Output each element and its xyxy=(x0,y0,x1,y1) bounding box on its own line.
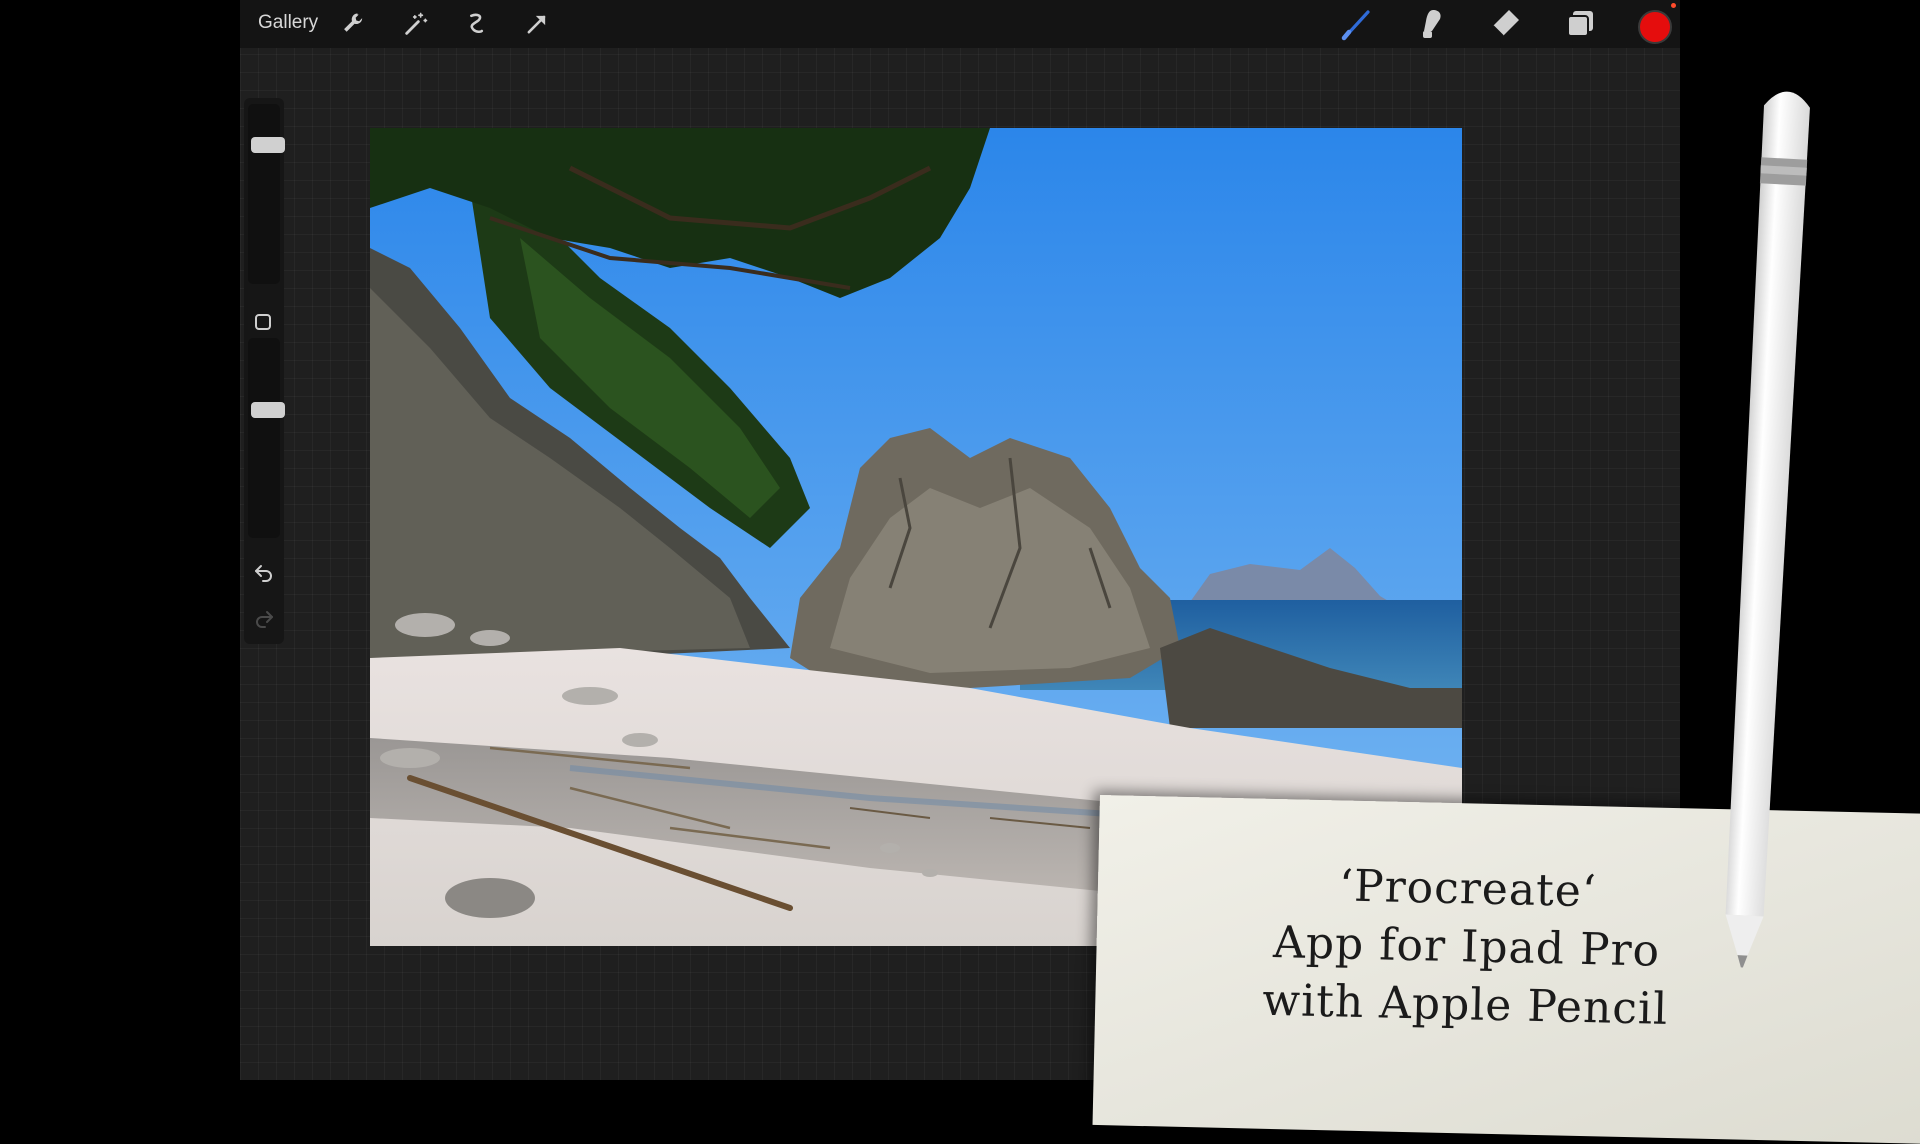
brush-size-slider[interactable] xyxy=(248,104,285,284)
undo-icon[interactable] xyxy=(252,560,276,584)
gallery-button[interactable]: Gallery xyxy=(258,12,318,34)
selection-icon[interactable] xyxy=(462,10,490,38)
modify-button[interactable] xyxy=(255,314,271,330)
redo-icon[interactable] xyxy=(252,606,276,630)
top-toolbar: Gallery xyxy=(240,0,1680,48)
eraser-icon[interactable] xyxy=(1487,6,1523,42)
magic-wand-icon[interactable] xyxy=(402,10,430,38)
layers-icon[interactable] xyxy=(1562,6,1598,42)
color-indicator-dot xyxy=(1671,3,1676,8)
opacity-slider[interactable] xyxy=(248,338,285,538)
transform-arrow-icon[interactable] xyxy=(523,10,551,38)
note-line-3: with Apple Pencil xyxy=(1261,974,1669,1035)
opacity-thumb[interactable] xyxy=(251,402,285,418)
color-picker-button[interactable] xyxy=(1638,10,1672,44)
apple-pencil xyxy=(1725,91,1810,968)
wrench-icon[interactable] xyxy=(340,10,368,38)
brush-size-thumb[interactable] xyxy=(251,137,285,153)
brush-icon[interactable] xyxy=(1340,6,1376,42)
sidebar xyxy=(244,98,285,644)
smudge-icon[interactable] xyxy=(1413,6,1449,42)
